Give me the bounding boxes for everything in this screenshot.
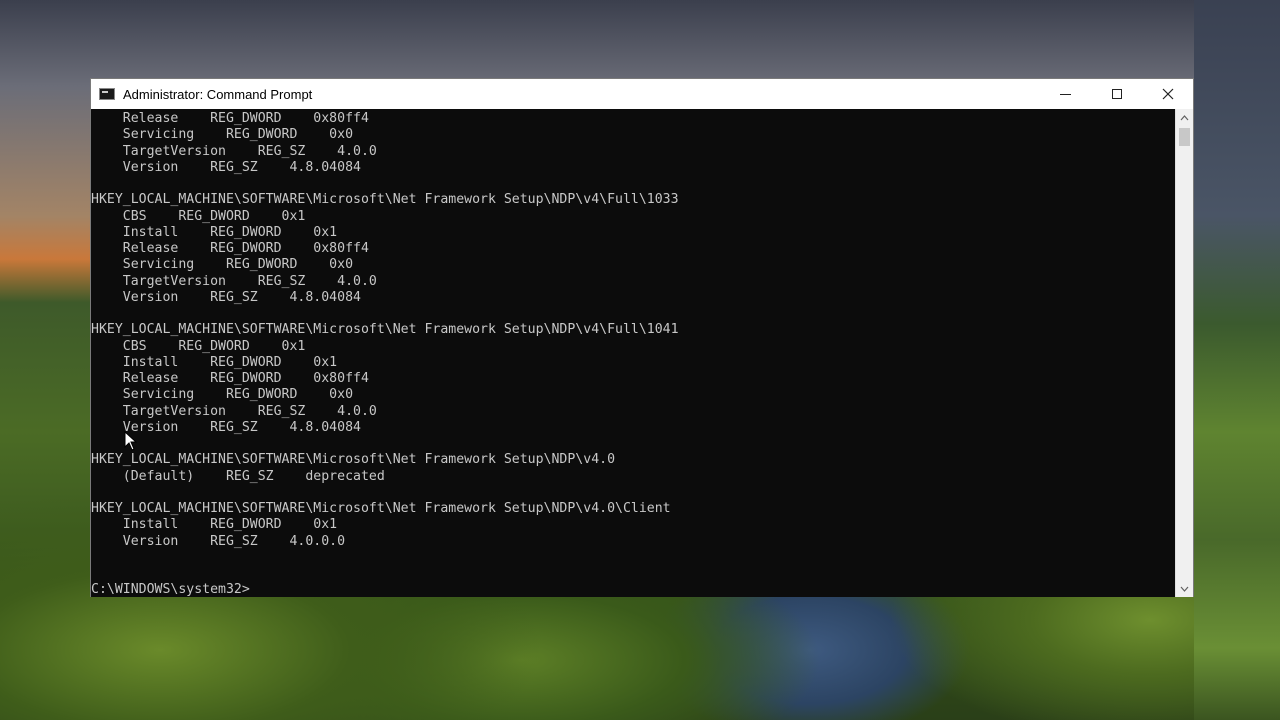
console-line: Release REG_DWORD 0x80ff4 [91, 241, 369, 256]
console-line: Install REG_DWORD 0x1 [91, 517, 338, 533]
chevron-down-icon [1180, 586, 1189, 592]
registry-key-line: HKEY_LOCAL_MACHINE\SOFTWARE\Microsoft\Ne… [91, 192, 679, 208]
console-line: CBS REG_DWORD 0x1 [91, 208, 306, 224]
maximize-icon [1111, 89, 1122, 99]
registry-key-line: HKEY_LOCAL_MACHINE\SOFTWARE\Microsoft\Ne… [91, 501, 671, 516]
console-line: (Default) REG_SZ deprecated [91, 468, 385, 484]
title-bar[interactable]: Administrator: Command Prompt [91, 79, 1193, 109]
console-line: Servicing REG_DWORD 0x0 [91, 257, 354, 273]
scrollbar-thumb[interactable] [1179, 128, 1190, 146]
window-controls [1040, 79, 1193, 109]
registry-key-line: HKEY_LOCAL_MACHINE\SOFTWARE\Microsoft\Ne… [91, 322, 679, 338]
console-line: Servicing REG_DWORD 0x0 [91, 127, 354, 143]
console-line: TargetVersion REG_SZ 4.0.0 [91, 143, 377, 159]
console-text[interactable]: Release REG_DWORD 0x80ff4 Servicing REG_… [91, 111, 679, 597]
console-line: TargetVersion REG_SZ 4.0.0 [91, 273, 377, 289]
console-output[interactable]: Release REG_DWORD 0x80ff4 Servicing REG_… [91, 109, 1175, 597]
console-line: Servicing REG_DWORD 0x0 [91, 387, 354, 403]
command-prompt-window[interactable]: Administrator: Command Prompt Release RE… [90, 78, 1194, 597]
scroll-down-button[interactable] [1176, 580, 1193, 597]
console-line: TargetVersion REG_SZ 4.0.0 [91, 403, 377, 419]
maximize-button[interactable] [1091, 79, 1142, 109]
vertical-scrollbar[interactable] [1175, 109, 1193, 597]
console-line: Install REG_DWORD 0x1 [91, 354, 338, 370]
console-line: Release REG_DWORD 0x80ff4 [91, 111, 369, 126]
console-line: Release REG_DWORD 0x80ff4 [91, 371, 369, 386]
console-line: Version REG_SZ 4.8.04084 [91, 289, 361, 305]
mouse-pointer-icon [124, 431, 138, 451]
console-line: Version REG_SZ 4.0.0.0 [91, 533, 346, 549]
chevron-up-icon [1180, 114, 1189, 120]
window-title: Administrator: Command Prompt [123, 86, 313, 102]
scroll-up-button[interactable] [1176, 109, 1193, 126]
console-line: Version REG_SZ 4.8.04084 [91, 159, 361, 175]
console-line: Install REG_DWORD 0x1 [91, 224, 338, 240]
close-button[interactable] [1142, 79, 1193, 109]
command-prompt-line: C:\WINDOWS\system32> [91, 582, 250, 597]
cmd-icon[interactable] [99, 88, 115, 100]
console-line: CBS REG_DWORD 0x1 [91, 338, 306, 354]
minimize-button[interactable] [1040, 79, 1091, 109]
close-icon [1162, 88, 1173, 100]
registry-key-line: HKEY_LOCAL_MACHINE\SOFTWARE\Microsoft\Ne… [91, 452, 616, 468]
desktop-wallpaper-edge [1194, 0, 1280, 720]
minimize-icon [1060, 93, 1071, 95]
